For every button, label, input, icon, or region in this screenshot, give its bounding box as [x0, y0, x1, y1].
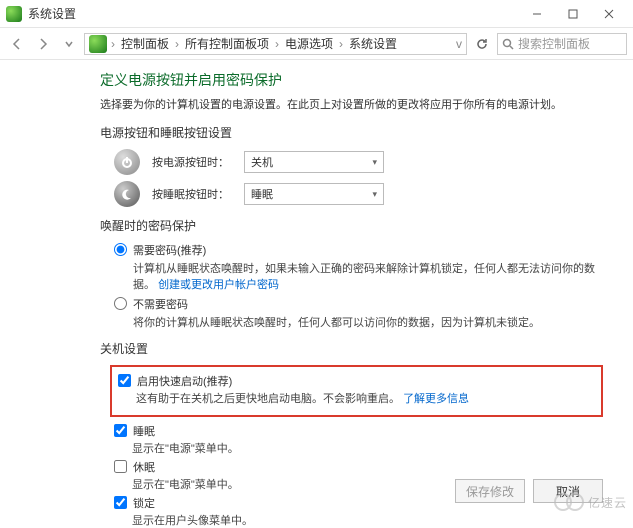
section-power-buttons: 电源按钮和睡眠按钮设置 [100, 124, 603, 141]
radio-no-password[interactable]: 不需要密码 将你的计算机从睡眠状态唤醒时，任何人都可以访问你的数据，因为计算机未… [114, 296, 603, 330]
search-placeholder: 搜索控制面板 [518, 35, 590, 52]
watermark-icon [566, 493, 584, 511]
chevron-down-icon: ▾ [372, 157, 377, 168]
minimize-button[interactable] [519, 0, 555, 28]
power-icon [114, 149, 140, 175]
fast-startup-desc: 这有助于在关机之后更快地启动电脑。不会影响重启。 [136, 393, 400, 405]
radio-none-input[interactable] [114, 297, 127, 310]
chevron-right-icon: › [273, 37, 281, 51]
hibernate-row[interactable]: 休眠 [114, 459, 603, 475]
address-bar: › 控制面板 › 所有控制面板项 › 电源选项 › 系统设置 v 搜索控制面板 [0, 28, 633, 60]
chevron-right-icon: › [173, 37, 181, 51]
power-button-select[interactable]: 关机 ▾ [244, 151, 384, 173]
watermark: 亿速云 [554, 493, 627, 511]
fast-startup-checkbox[interactable] [118, 374, 131, 387]
breadcrumb[interactable]: › 控制面板 › 所有控制面板项 › 电源选项 › 系统设置 v [84, 33, 467, 55]
crumb-system-settings[interactable]: 系统设置 [347, 35, 399, 52]
refresh-button[interactable] [471, 33, 493, 55]
lock-checkbox[interactable] [114, 496, 127, 509]
lock-label: 锁定 [133, 495, 155, 511]
back-button[interactable] [6, 33, 28, 55]
title-bar: 系统设置 [0, 0, 633, 28]
create-password-link[interactable]: 创建或更改用户帐户密码 [158, 279, 279, 291]
search-icon [502, 38, 514, 50]
crumb-power-options[interactable]: 电源选项 [283, 35, 335, 52]
power-button-value: 关机 [251, 154, 273, 170]
sleep-button-label: 按睡眠按钮时： [152, 186, 232, 202]
hibernate-label: 休眠 [133, 459, 155, 475]
radio-require-password[interactable]: 需要密码(推荐) 计算机从睡眠状态唤醒时，如果未输入正确的密码来解除计算机锁定，… [114, 242, 603, 292]
chevron-right-icon: › [109, 37, 117, 51]
section-shutdown: 关机设置 [100, 340, 603, 357]
watermark-text: 亿速云 [588, 494, 627, 511]
window-title: 系统设置 [28, 5, 519, 22]
content-area: 定义电源按钮并启用密码保护 选择要为你的计算机设置的电源设置。在此页上对设置所做… [0, 60, 633, 528]
chevron-down-icon: ▾ [372, 189, 377, 200]
save-button: 保存修改 [455, 479, 525, 503]
power-button-row: 按电源按钮时： 关机 ▾ [114, 149, 603, 175]
maximize-button[interactable] [555, 0, 591, 28]
power-button-label: 按电源按钮时： [152, 154, 232, 170]
sleep-desc: 显示在"电源"菜单中。 [132, 440, 603, 456]
fast-startup-highlight: 启用快速启动(推荐) 这有助于在关机之后更快地启动电脑。不会影响重启。 了解更多… [110, 365, 603, 417]
fast-startup-label: 启用快速启动(推荐) [137, 373, 232, 389]
sleep-button-row: 按睡眠按钮时： 睡眠 ▾ [114, 181, 603, 207]
page-heading: 定义电源按钮并启用密码保护 [100, 70, 603, 90]
page-subheading: 选择要为你的计算机设置的电源设置。在此页上对设置所做的更改将应用于你所有的电源计… [100, 96, 603, 112]
learn-more-link[interactable]: 了解更多信息 [403, 393, 469, 405]
sleep-row[interactable]: 睡眠 [114, 423, 603, 439]
search-input[interactable]: 搜索控制面板 [497, 33, 627, 55]
chevron-down-icon[interactable]: v [454, 37, 462, 51]
radio-none-label: 不需要密码 [133, 296, 540, 312]
forward-button[interactable] [32, 33, 54, 55]
control-panel-icon [89, 35, 107, 53]
radio-none-desc: 将你的计算机从睡眠状态唤醒时，任何人都可以访问你的数据，因为计算机未锁定。 [133, 314, 540, 330]
lock-desc: 显示在用户头像菜单中。 [132, 512, 603, 528]
sleep-button-value: 睡眠 [251, 186, 273, 202]
sleep-checkbox[interactable] [114, 424, 127, 437]
moon-icon [114, 181, 140, 207]
radio-require-label: 需要密码(推荐) [133, 242, 603, 258]
chevron-right-icon: › [337, 37, 345, 51]
fast-startup-row[interactable]: 启用快速启动(推荐) [118, 373, 595, 389]
app-icon [6, 6, 22, 22]
radio-require-input[interactable] [114, 243, 127, 256]
section-wake-password: 唤醒时的密码保护 [100, 217, 603, 234]
close-button[interactable] [591, 0, 627, 28]
crumb-control-panel[interactable]: 控制面板 [119, 35, 171, 52]
crumb-all-items[interactable]: 所有控制面板项 [183, 35, 271, 52]
hibernate-checkbox[interactable] [114, 460, 127, 473]
sleep-label: 睡眠 [133, 423, 155, 439]
sleep-button-select[interactable]: 睡眠 ▾ [244, 183, 384, 205]
recent-button[interactable] [58, 33, 80, 55]
